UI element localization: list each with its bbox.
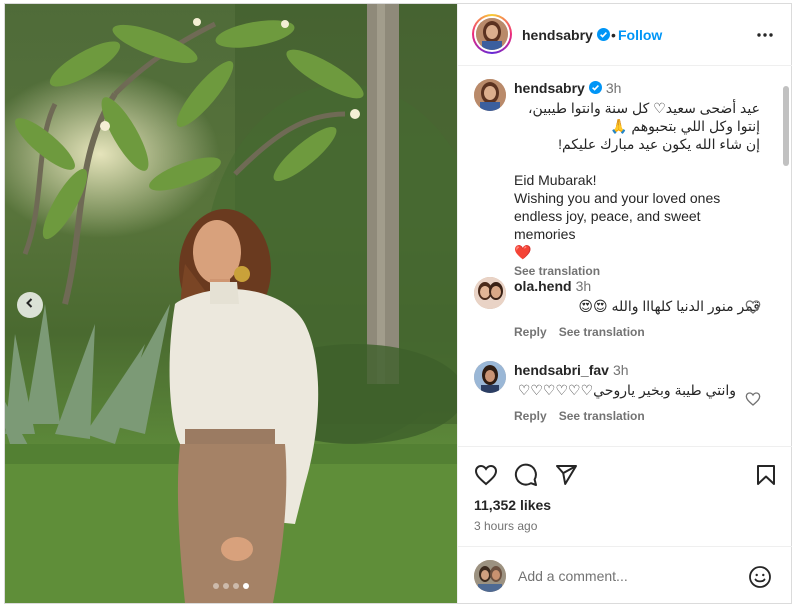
post-timestamp[interactable]: 3 hours ago bbox=[474, 519, 537, 533]
more-options-icon[interactable] bbox=[756, 26, 774, 49]
comment-username[interactable]: hendsabri_fav bbox=[514, 362, 609, 378]
comment-time[interactable]: 3h bbox=[613, 362, 629, 378]
comment-item: hendsabri_fav 3h وانتي طيبة وبخير ياروحي♡… bbox=[474, 361, 774, 445]
caption-arabic-line: عيد أضحى سعيد♡ كل سنة وانتوا طيبين، bbox=[528, 100, 760, 116]
caption-english-line: ❤️ bbox=[514, 244, 532, 260]
carousel-dot bbox=[233, 583, 239, 589]
post-details-panel: hendsabry • Follow hendsabry 3h عيد أضحى … bbox=[457, 4, 792, 603]
comment-icon[interactable] bbox=[514, 463, 538, 492]
username-text[interactable]: hendsabry bbox=[522, 27, 593, 43]
carousel-dot bbox=[243, 583, 249, 589]
verified-badge-icon bbox=[596, 28, 610, 41]
likes-count[interactable]: 11,352 likes bbox=[474, 497, 551, 513]
follow-button[interactable]: Follow bbox=[618, 27, 662, 43]
avatar bbox=[474, 560, 506, 592]
avatar[interactable] bbox=[474, 277, 506, 309]
reply-button[interactable]: Reply bbox=[514, 409, 547, 423]
avatar[interactable] bbox=[474, 79, 506, 111]
caption-time[interactable]: 3h bbox=[606, 80, 622, 96]
see-translation-link[interactable]: See translation bbox=[559, 325, 645, 339]
comments-list[interactable]: hendsabry 3h عيد أضحى سعيد♡ كل سنة وانتوا… bbox=[458, 67, 792, 446]
post-dialog: hendsabry • Follow hendsabry 3h عيد أضحى … bbox=[4, 3, 792, 604]
chevron-left-icon bbox=[24, 296, 36, 314]
comment-item: ola.hend 3h قمر منور الدنيا كلهااا والله … bbox=[474, 277, 774, 341]
comment-input[interactable] bbox=[518, 565, 738, 587]
comment-like-icon[interactable] bbox=[745, 299, 761, 320]
comment-time[interactable]: 3h bbox=[576, 278, 592, 294]
reply-button[interactable]: Reply bbox=[514, 325, 547, 339]
photo-artwork bbox=[5, 4, 457, 603]
caption-english-line: endless joy, peace, and sweet memories bbox=[514, 208, 701, 242]
verified-badge-icon bbox=[588, 80, 602, 94]
post-actions: 11,352 likes 3 hours ago bbox=[458, 446, 792, 546]
post-header: hendsabry • Follow bbox=[458, 4, 792, 66]
carousel-prev-button[interactable] bbox=[17, 292, 43, 318]
separator-dot: • bbox=[611, 27, 616, 43]
story-ring[interactable] bbox=[472, 14, 512, 54]
share-icon[interactable] bbox=[554, 463, 578, 492]
carousel-indicator bbox=[213, 583, 249, 589]
bookmark-icon[interactable] bbox=[754, 463, 778, 492]
avatar bbox=[476, 18, 508, 50]
emoji-icon[interactable] bbox=[748, 565, 772, 594]
heart-icon[interactable] bbox=[474, 463, 498, 492]
caption-username[interactable]: hendsabry bbox=[514, 80, 585, 96]
caption-english-line: Wishing you and your loved ones bbox=[514, 190, 721, 206]
caption-english-line: Eid Mubarak! bbox=[514, 172, 597, 188]
carousel-dot bbox=[223, 583, 229, 589]
comment-like-icon[interactable] bbox=[745, 391, 761, 412]
see-translation-link[interactable]: See translation bbox=[559, 409, 645, 423]
add-comment-bar bbox=[458, 546, 792, 603]
carousel-dot bbox=[213, 583, 219, 589]
post-caption: hendsabry 3h عيد أضحى سعيد♡ كل سنة وانتوا… bbox=[474, 79, 774, 278]
avatar[interactable] bbox=[474, 361, 506, 393]
comment-text: وانتي طيبة وبخير ياروحي♡♡♡♡♡♡ bbox=[517, 382, 736, 398]
caption-arabic-line: إنتوا وكل اللي بتحبوهم 🙏 bbox=[610, 118, 760, 134]
comment-username[interactable]: ola.hend bbox=[514, 278, 572, 294]
caption-arabic-line: إن شاء الله يكون عيد مبارك عليكم! bbox=[558, 136, 760, 152]
comments-scrollbar[interactable] bbox=[783, 86, 789, 166]
post-photo[interactable] bbox=[5, 4, 457, 603]
comment-text: قمر منور الدنيا كلهااا والله 😍😍 bbox=[578, 298, 760, 314]
post-author-username[interactable]: hendsabry bbox=[522, 27, 610, 43]
